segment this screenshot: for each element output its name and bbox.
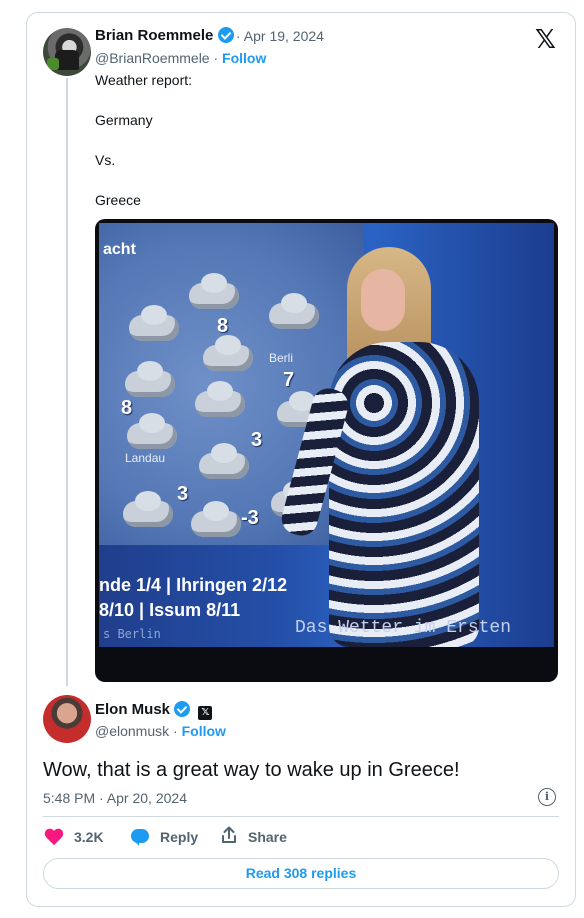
ticker-line: s Berlin: [103, 627, 161, 641]
map-temperature: -3: [241, 507, 259, 529]
presenter-face: [361, 269, 405, 331]
quoted-tweet-text: Weather report: Germany Vs. Greece: [95, 70, 192, 230]
map-temperature: 8: [217, 315, 229, 337]
main-tweet-timestamp[interactable]: 5:48 PM · Apr 20, 2024: [43, 790, 187, 806]
thread-connector-line: [66, 78, 68, 686]
x-logo-icon[interactable]: 𝕏: [535, 26, 556, 52]
rain-cloud-icon: [127, 413, 177, 449]
reply-button[interactable]: Reply: [160, 829, 198, 845]
rain-cloud-icon: [199, 443, 249, 479]
verified-badge-icon: [217, 27, 234, 43]
quoted-text-line: Vs.: [95, 152, 116, 168]
reply-bubble-icon[interactable]: [131, 829, 149, 846]
weather-video-media[interactable]: acht 8 8 7 3 3 -3 Berli Landau nde 1/4 |…: [95, 219, 558, 682]
quoted-tweet-date[interactable]: · Apr 19, 2024: [236, 28, 324, 44]
map-temperature: 3: [177, 483, 189, 505]
quoted-text-line: Weather report:: [95, 72, 193, 88]
map-title: acht: [103, 241, 136, 258]
ticker-line: nde 1/4 | Ihringen 2/12: [99, 575, 288, 595]
rain-cloud-icon: [203, 335, 253, 371]
broadcast-brand: Das Wetter im Ersten: [295, 618, 512, 638]
quoted-author-name-text[interactable]: Brian Roemmele: [95, 27, 213, 44]
quoted-author-handle-row: @BrianRoemmele · Follow: [95, 50, 266, 66]
main-tweet-text: Wow, that is a great way to wake up in G…: [43, 759, 460, 781]
follow-brian-button[interactable]: Follow: [222, 50, 266, 66]
handle-separator: ·: [213, 50, 219, 66]
read-replies-button[interactable]: Read 308 replies: [43, 858, 559, 889]
handle-separator: ·: [173, 723, 178, 739]
divider: [43, 816, 559, 817]
main-author-handle[interactable]: @elonmusk: [95, 723, 169, 739]
verified-badge-icon: [174, 701, 191, 717]
rain-cloud-icon: [195, 381, 245, 417]
sun-cloud-icon: [191, 501, 241, 537]
quoted-text-line: Greece: [95, 192, 141, 208]
x-affiliation-badge-icon: 𝕏: [198, 706, 213, 720]
weather-presenter: [278, 247, 509, 647]
avatar-chair: [47, 58, 59, 70]
map-temperature: 3: [251, 429, 263, 451]
like-count[interactable]: 3.2K: [74, 829, 104, 845]
main-author-handle-row: @elonmusk · Follow: [95, 723, 226, 739]
quoted-author-name[interactable]: Brian Roemmele: [95, 27, 234, 44]
follow-elon-button[interactable]: Follow: [182, 723, 226, 739]
share-icon[interactable]: [221, 826, 237, 844]
main-author-name-text[interactable]: Elon Musk: [95, 701, 170, 718]
map-city-label: Landau: [125, 451, 166, 465]
info-icon[interactable]: i: [538, 788, 556, 806]
map-city-label: Berli: [269, 351, 294, 365]
rain-cloud-icon: [125, 361, 175, 397]
share-button[interactable]: Share: [248, 829, 287, 845]
map-temperature: 8: [121, 397, 133, 419]
heart-icon[interactable]: [44, 829, 64, 847]
elon-musk-avatar[interactable]: [43, 695, 91, 743]
main-author-name[interactable]: Elon Musk 𝕏: [95, 701, 213, 720]
brian-roemmele-avatar[interactable]: [43, 28, 91, 76]
map-temperature: 7: [283, 369, 295, 391]
sun-cloud-icon: [123, 491, 173, 527]
presenter-dress: [329, 342, 479, 647]
ticker-line: 8/10 | Issum 8/11: [99, 600, 241, 620]
quoted-author-handle[interactable]: @BrianRoemmele: [95, 50, 210, 66]
rain-cloud-icon: [189, 273, 239, 309]
weather-broadcast-screen: acht 8 8 7 3 3 -3 Berli Landau nde 1/4 |…: [99, 223, 554, 647]
quoted-text-line: Germany: [95, 112, 153, 128]
rain-cloud-icon: [129, 305, 179, 341]
